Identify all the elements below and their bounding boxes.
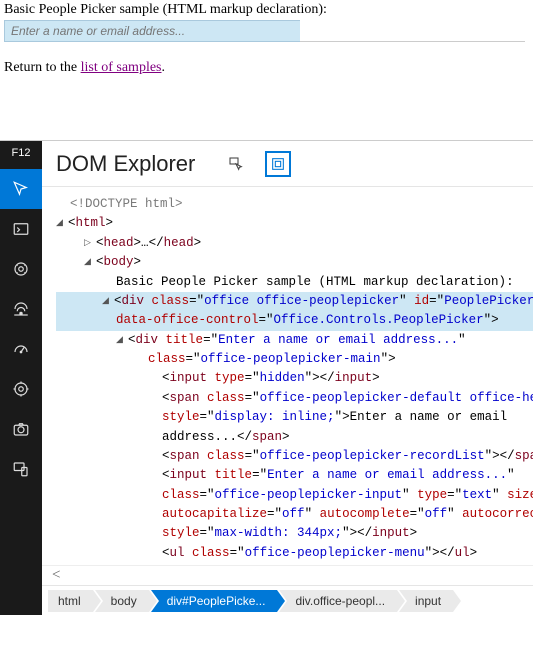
breadcrumb-item[interactable]: input	[399, 590, 453, 612]
breadcrumb-item[interactable]: html	[48, 590, 93, 612]
devtools-panel: F12 DOM Explorer <!DOCTYPE html> ◢<html>…	[0, 140, 533, 615]
horizontal-scrollbar[interactable]: < >	[42, 565, 533, 585]
breadcrumb-item[interactable]: div.office-peopl...	[279, 590, 397, 612]
toolbar-title: DOM Explorer	[56, 151, 195, 177]
select-element-icon[interactable]	[223, 151, 249, 177]
return-line: Return to the list of samples.	[4, 60, 529, 76]
breadcrumb-item[interactable]: div#PeoplePicke...	[151, 590, 278, 612]
breadcrumb-item[interactable]: body	[95, 590, 149, 612]
people-picker-input[interactable]	[4, 20, 300, 42]
page-title: Basic People Picker sample (HTML markup …	[4, 2, 529, 18]
list-of-samples-link[interactable]: list of samples	[81, 60, 162, 75]
picker-underline	[300, 20, 525, 42]
memory-icon[interactable]	[0, 369, 42, 409]
highlight-icon[interactable]	[265, 151, 291, 177]
performance-icon[interactable]	[0, 329, 42, 369]
devtools-rail: F12	[0, 141, 42, 615]
f12-label: F12	[12, 147, 31, 159]
dom-tree[interactable]: <!DOCTYPE html> ◢<html> ▷<head>…</head> …	[42, 187, 533, 565]
camera-icon[interactable]	[0, 409, 42, 449]
breadcrumb: htmlbodydiv#PeoplePicke...div.office-peo…	[42, 585, 533, 615]
devtools-toolbar: DOM Explorer	[42, 141, 533, 187]
console-icon[interactable]	[0, 209, 42, 249]
network-icon[interactable]	[0, 289, 42, 329]
emulation-icon[interactable]	[0, 449, 42, 489]
debugger-icon[interactable]	[0, 249, 42, 289]
dom-explorer-icon[interactable]	[0, 169, 42, 209]
scroll-left-icon[interactable]: <	[52, 567, 60, 584]
